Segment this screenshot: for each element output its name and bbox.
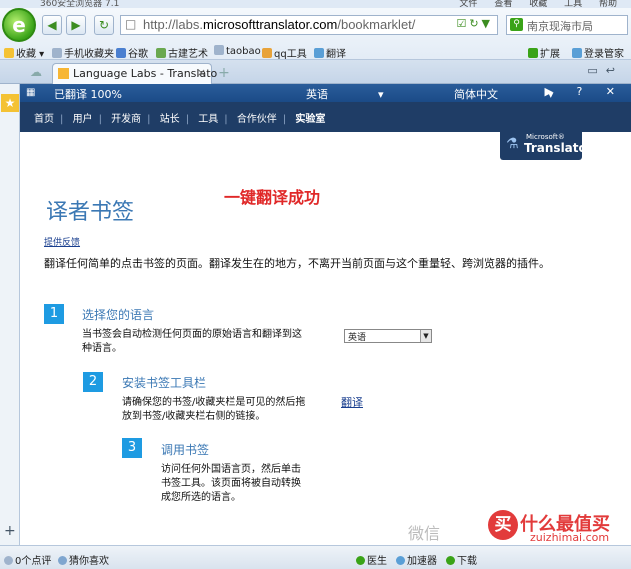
qq-icon	[262, 48, 272, 58]
comment-icon	[4, 556, 13, 565]
step-3-title: 调用书签	[161, 443, 210, 457]
sidebar-add-icon[interactable]: +	[4, 523, 16, 539]
watermark-url: zuizhimai.com	[530, 531, 610, 544]
back-button[interactable]: ◀	[42, 15, 62, 35]
extensions-icon	[528, 48, 538, 58]
nav-users[interactable]: 用户	[73, 114, 93, 125]
nav-webmasters[interactable]: 站长	[160, 114, 180, 125]
folder-icon	[52, 48, 62, 58]
user-icon	[572, 48, 582, 58]
download-icon	[446, 556, 455, 565]
fav-item-translate[interactable]: 翻译	[314, 45, 346, 60]
favorites-bar: 收藏 ▾ 手机收藏夹 谷歌 古建艺术 taobao qq工具 翻译 扩展 登录管…	[0, 43, 631, 60]
step-2-badge: 2	[83, 372, 103, 392]
search-box[interactable]: ⚲ 南京现海市局	[506, 15, 628, 35]
heart-icon	[58, 556, 67, 565]
fav-item-google[interactable]: 谷歌	[116, 45, 148, 60]
translate-icon	[314, 48, 324, 58]
fav-item-mobile[interactable]: 手机收藏夹	[52, 45, 114, 60]
page-content: 译者书签 一键翻译成功 提供反馈 翻译任何简单的点击书签的页面。翻译发生在的地方…	[20, 132, 631, 545]
page-icon: □	[125, 17, 137, 31]
translator-controls[interactable]: ▶ ? ✕	[544, 85, 625, 98]
new-tab-button[interactable]: +	[216, 65, 232, 81]
tab-close-icon[interactable]: ×	[197, 66, 206, 79]
comments-status[interactable]: 0个点评	[4, 552, 51, 567]
step-2-desc: 请确保您的书签/收藏夹栏是可见的然后拖放到书签/收藏夹栏右侧的链接。	[122, 397, 306, 422]
from-language-select[interactable]: 英语 ▾	[306, 86, 384, 102]
search-input[interactable]: 南京现海市局	[527, 18, 593, 34]
extensions-button[interactable]: 扩展	[528, 45, 560, 60]
accelerator-button[interactable]: 加速器	[396, 552, 437, 567]
star-icon	[4, 48, 14, 58]
speed-icon	[396, 556, 405, 565]
tab-strip: ☁ Language Labs - Translato × + ▭↩	[0, 60, 631, 84]
folder-icon	[214, 45, 224, 55]
feedback-link[interactable]: 提供反馈	[44, 235, 80, 248]
weixin-watermark: 微信	[408, 524, 441, 543]
fav-item-architecture[interactable]: 古建艺术	[156, 45, 208, 60]
translate-bookmarklet-link[interactable]: 翻译	[341, 394, 363, 410]
guess-you-like[interactable]: 猜你喜欢	[58, 552, 109, 567]
step-2-title: 安装书签工具栏	[122, 376, 207, 390]
search-engine-icon[interactable]: ⚲	[510, 18, 523, 31]
tab-language-labs[interactable]: Language Labs - Translato ×	[52, 63, 217, 84]
annotation-text: 一键翻译成功	[224, 188, 321, 207]
status-bar: 0个点评 猜你喜欢 医生 加速器 下载	[0, 545, 631, 569]
language-select-value: 英语	[348, 333, 367, 343]
intro-text: 翻译任何简单的点击书签的页面。翻译发生在的地方，不离开当前页面与这个重量轻、跨浏…	[44, 257, 550, 270]
browser-logo-icon[interactable]: e	[2, 8, 36, 42]
step-3-desc: 访问任何外国语言页，然后单击书签工具。该页面将被自动转换成您所选的语言。	[161, 464, 301, 503]
nav-partners[interactable]: 合作伙伴	[237, 114, 277, 125]
google-icon	[116, 48, 126, 58]
to-language-select[interactable]: 简体中文 ▾	[454, 86, 554, 102]
language-select[interactable]: 英语 ▼	[344, 329, 432, 343]
site-nav: 首页 | 用户 | 开发商 | 站长 | 工具 | 合作伙伴 | 实验室	[20, 102, 631, 132]
forward-button[interactable]: ▶	[66, 15, 86, 35]
doctor-button[interactable]: 医生	[356, 552, 387, 567]
nav-developers[interactable]: 开发商	[111, 114, 141, 125]
step-3-badge: 3	[122, 438, 142, 458]
nav-home[interactable]: 首页	[34, 114, 54, 125]
step-1-desc: 当书签会自动检测任何页面的原始语言和翻译到这种语言。	[82, 329, 302, 354]
address-url[interactable]: http://labs.microsofttranslator.com/book…	[143, 17, 415, 32]
favorites-menu[interactable]: 收藏 ▾	[4, 45, 44, 60]
tab-favicon-icon	[58, 68, 69, 79]
nav-labs[interactable]: 实验室	[295, 114, 325, 125]
fav-item-qq-tools[interactable]: qq工具	[262, 45, 307, 60]
translator-logo-icon: ▦	[26, 87, 36, 98]
browser-toolbar: e ◀ ▶ ↻ □ http://labs.microsofttranslato…	[0, 8, 631, 60]
tab-tools-icon[interactable]: ▭↩	[587, 64, 623, 77]
cloud-icon[interactable]: ☁	[30, 65, 46, 79]
step-1-title: 选择您的语言	[82, 308, 155, 322]
favorites-star-icon[interactable]: ★	[1, 94, 19, 112]
fav-item-taobao[interactable]: taobao	[214, 45, 261, 57]
nav-tools[interactable]: 工具	[198, 114, 218, 125]
chevron-down-icon: ▾	[378, 88, 384, 101]
step-1-badge: 1	[44, 304, 64, 324]
page-title: 译者书签	[46, 200, 135, 225]
sidebar: ★ +	[0, 84, 20, 545]
translator-bar: ▦ 已翻译 100% 英语 ▾ 简体中文 ▾ ▶ ? ✕	[20, 84, 631, 102]
chevron-down-icon: ▼	[420, 330, 431, 342]
address-actions-icon[interactable]: ☑↻▼	[456, 17, 493, 30]
watermark-logo-icon: 买	[488, 510, 518, 540]
address-bar[interactable]: □ http://labs.microsofttranslator.com/bo…	[120, 15, 498, 35]
doctor-icon	[356, 556, 365, 565]
download-button[interactable]: 下载	[446, 552, 477, 567]
tab-label: Language Labs - Translato	[73, 67, 218, 80]
login-button[interactable]: 登录管家	[572, 45, 624, 60]
refresh-button[interactable]: ↻	[94, 15, 114, 35]
translation-status: 已翻译 100%	[54, 88, 122, 101]
site-icon	[156, 48, 166, 58]
window-title-bar: 360安全浏览器 7.1 文件 查看 收藏 工具 帮助	[0, 0, 631, 9]
